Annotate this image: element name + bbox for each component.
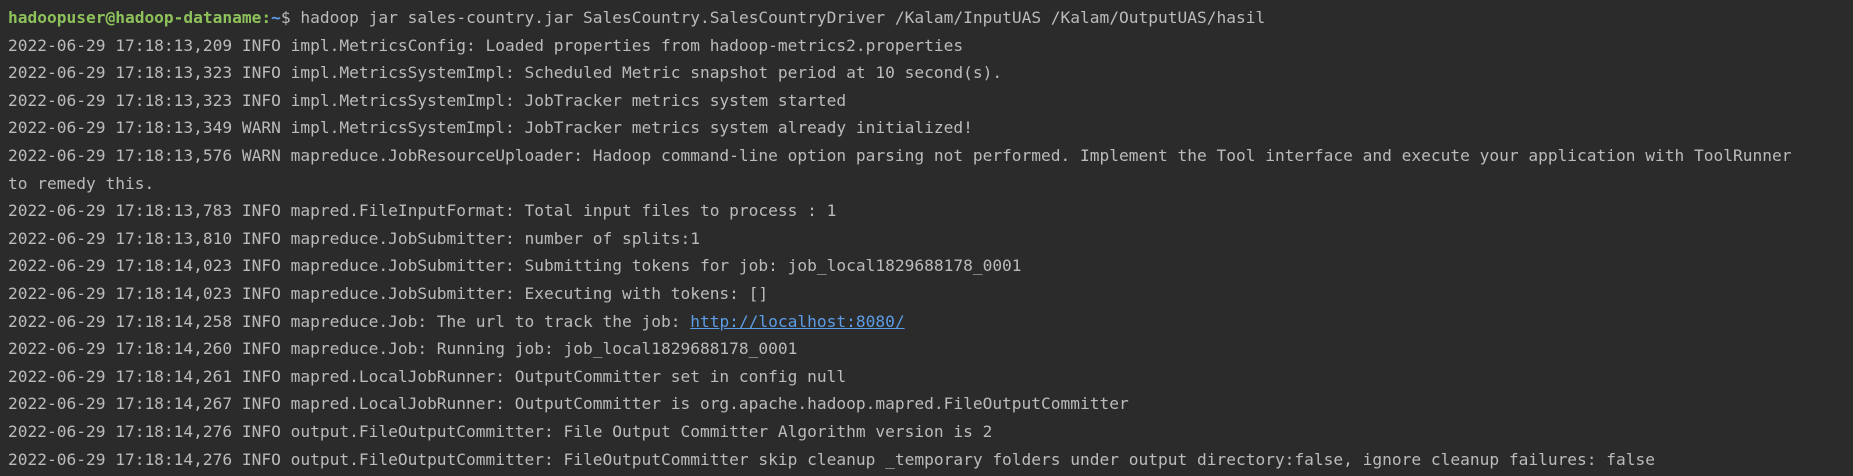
command-prompt-line: hadoopuser@hadoop-dataname:~$ hadoop jar… xyxy=(8,4,1845,32)
prompt-separator: : xyxy=(261,8,272,27)
log-line: 2022-06-29 17:18:13,576 WARN mapreduce.J… xyxy=(8,145,1792,165)
log-line-job-url: 2022-06-29 17:18:14,258 INFO mapreduce.J… xyxy=(8,308,1845,336)
log-line: 2022-06-29 17:18:14,023 INFO mapreduce.J… xyxy=(8,283,769,303)
log-line: 2022-06-29 17:18:13,323 INFO impl.Metric… xyxy=(8,63,1003,83)
log-line: 2022-06-29 17:18:14,276 INFO output.File… xyxy=(8,421,993,441)
prompt-path: ~ xyxy=(271,8,281,27)
log-line-prefix: 2022-06-29 17:18:14,258 INFO mapreduce.J… xyxy=(8,311,691,331)
log-line: 2022-06-29 17:18:14,276 INFO output.File… xyxy=(8,449,1656,469)
log-line: 2022-06-29 17:18:14,267 INFO mapred.Loca… xyxy=(8,394,1129,414)
job-tracking-link[interactable]: http://localhost:8080/ xyxy=(690,312,904,331)
log-line: 2022-06-29 17:18:13,783 INFO mapred.File… xyxy=(8,201,837,221)
log-line: 2022-06-29 17:18:14,260 INFO mapreduce.J… xyxy=(8,339,798,359)
log-line: 2022-06-29 17:18:13,810 INFO mapreduce.J… xyxy=(8,228,700,248)
log-line: 2022-06-29 17:18:14,023 INFO mapreduce.J… xyxy=(8,256,1022,276)
prompt-user-host: hadoopuser@hadoop-dataname xyxy=(8,8,262,27)
log-line: 2022-06-29 17:18:13,209 INFO impl.Metric… xyxy=(8,35,964,55)
log-line: 2022-06-29 17:18:13,323 INFO impl.Metric… xyxy=(8,90,847,110)
prompt-symbol: $ xyxy=(280,8,291,27)
log-line: 2022-06-29 17:18:13,349 WARN impl.Metric… xyxy=(8,118,973,138)
terminal-output[interactable]: hadoopuser@hadoop-dataname:~$ hadoop jar… xyxy=(0,0,1853,476)
log-line: to remedy this. xyxy=(8,173,155,193)
command-text: hadoop jar sales-country.jar SalesCountr… xyxy=(290,8,1266,27)
log-line: 2022-06-29 17:18:14,261 INFO mapred.Loca… xyxy=(8,366,847,386)
